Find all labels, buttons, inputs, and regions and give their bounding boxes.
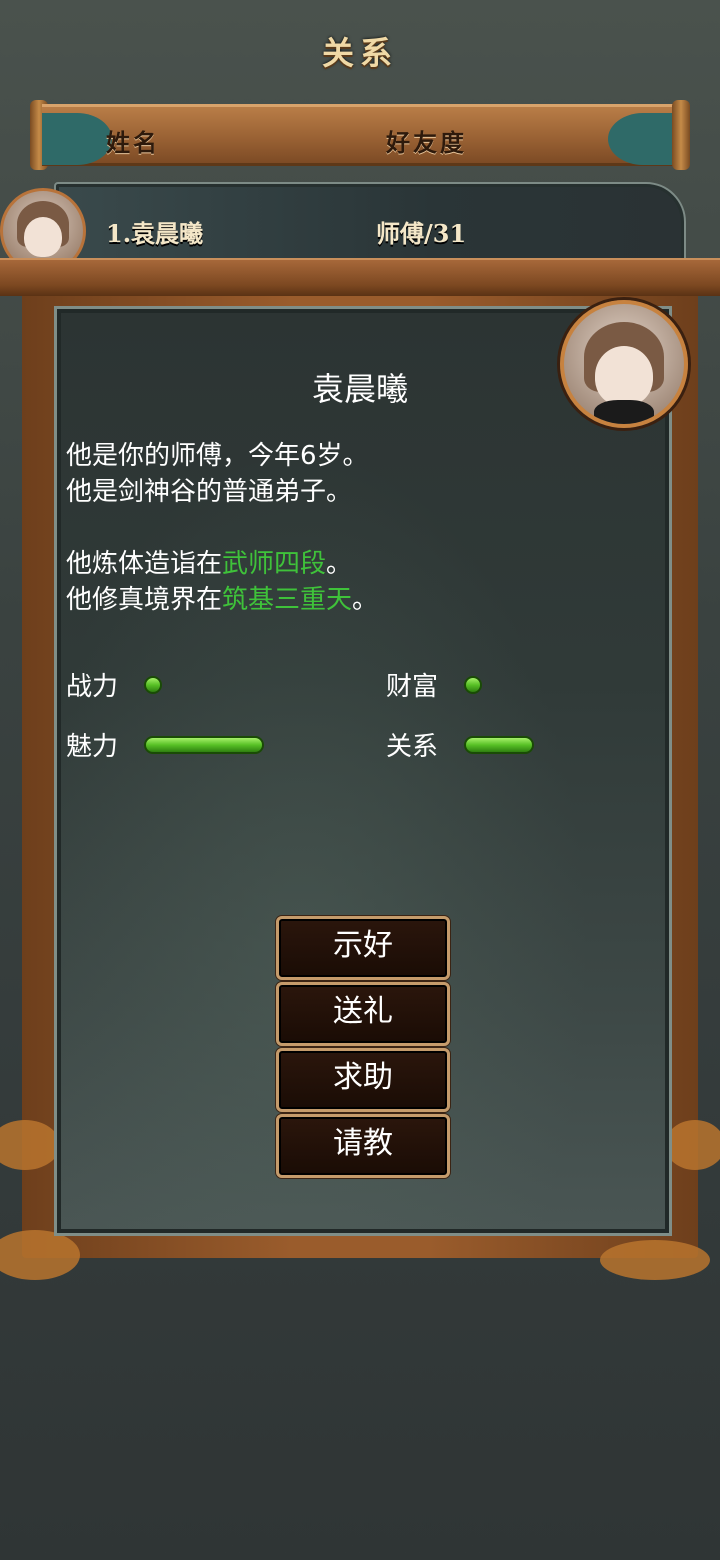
list-item[interactable]: 1.袁晨曦 师傅/31	[54, 182, 686, 266]
give-gift-button[interactable]: 送礼	[276, 982, 450, 1046]
stat-combat-label: 战力	[66, 672, 119, 702]
scroll-ornament-right	[608, 113, 678, 165]
character-name: 袁晨曦	[311, 370, 408, 408]
description-line-3: 他炼体造诣在武师四段。	[66, 546, 352, 582]
description-line-4: 他修真境界在筑基三重天。	[66, 582, 378, 618]
stat-relation-label: 关系	[386, 732, 439, 762]
stat-wealth-bar	[464, 676, 482, 694]
cloud-ornament-right	[665, 1120, 720, 1170]
column-friendship: 好友度	[386, 128, 467, 157]
cultivation-level: 筑基三重天	[222, 585, 353, 615]
befriend-button[interactable]: 示好	[276, 916, 450, 980]
scroll-ornament-left	[42, 113, 112, 165]
description-line-2: 他是剑神谷的普通弟子。	[66, 477, 353, 507]
cloud-ornament-bottom-left	[0, 1230, 80, 1280]
body-training-level: 武师四段	[222, 549, 327, 579]
ask-advice-button[interactable]: 请教	[276, 1114, 450, 1178]
stat-wealth-label: 财富	[386, 672, 439, 702]
stat-combat-bar	[144, 676, 162, 694]
description-line-1: 他是你的师傅，今年6岁。	[66, 441, 369, 471]
column-header: 姓名 好友度	[30, 100, 690, 170]
scroll-body: 姓名 好友度	[42, 104, 678, 166]
stat-charm-bar	[144, 736, 264, 754]
scroll-rod-right	[672, 100, 690, 170]
stat-relation-bar	[464, 736, 534, 754]
body-training-suffix: 。	[326, 549, 353, 579]
list-item-relation: 师傅/31	[376, 219, 467, 248]
cultivation-suffix: 。	[352, 585, 379, 615]
list-item-name: 1.袁晨曦	[106, 219, 204, 248]
stat-charm-label: 魅力	[66, 732, 119, 762]
cloud-ornament-bottom-right	[600, 1240, 710, 1280]
body-training-prefix: 他炼体造诣在	[66, 549, 223, 579]
page-title: 关系	[321, 34, 398, 72]
cultivation-prefix: 他修真境界在	[66, 585, 223, 615]
panel-top-bar	[0, 258, 720, 296]
avatar-face	[24, 217, 62, 257]
ask-help-button[interactable]: 求助	[276, 1048, 450, 1112]
column-name: 姓名	[106, 128, 160, 157]
